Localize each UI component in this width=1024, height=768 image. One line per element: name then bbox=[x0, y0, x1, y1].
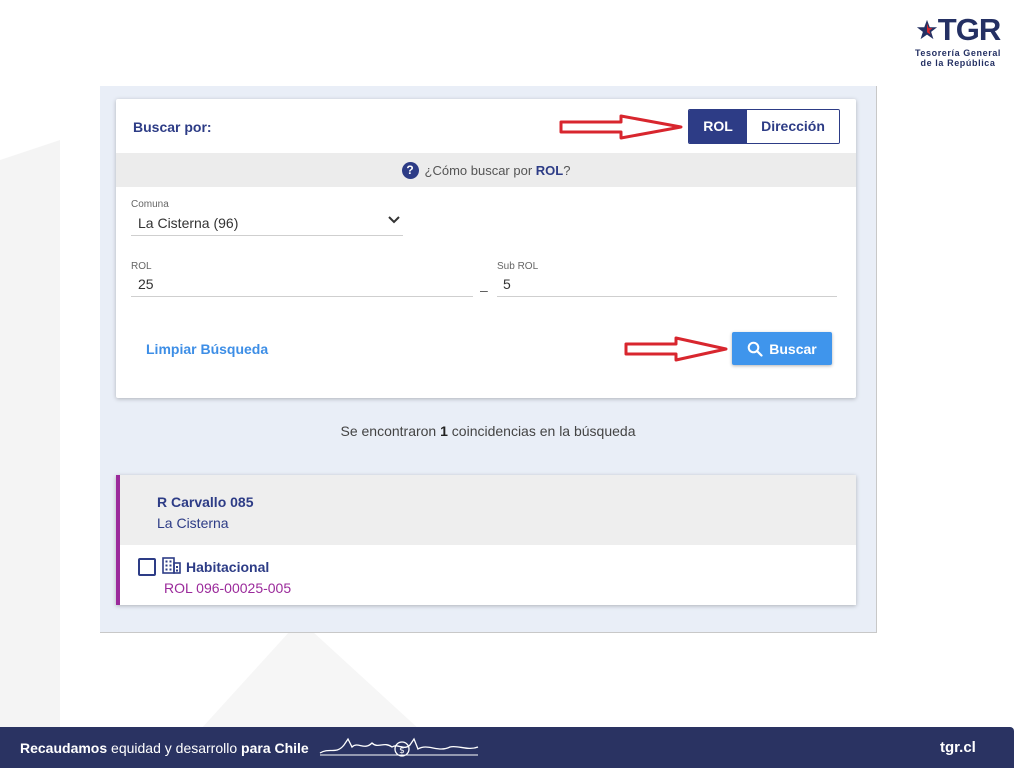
arrow-annotation-search bbox=[624, 336, 728, 362]
rol-underline bbox=[131, 296, 473, 297]
help-icon: ? bbox=[401, 161, 419, 179]
slogan-light: equidad y desarrollo bbox=[111, 740, 238, 756]
comuna-select[interactable]: La Cisterna (96) bbox=[138, 215, 238, 231]
comuna-underline bbox=[131, 235, 403, 236]
search-panel: Buscar por: ROL Dirección ? ¿Cómo buscar… bbox=[100, 86, 877, 633]
comuna-label: Comuna bbox=[131, 199, 169, 210]
mode-rol-button[interactable]: ROL bbox=[689, 110, 747, 143]
rol-label: ROL bbox=[131, 261, 152, 272]
slogan-bold-1: Recaudamos bbox=[20, 740, 108, 756]
footer-url[interactable]: tgr.cl bbox=[940, 739, 976, 756]
result-checkbox[interactable] bbox=[138, 558, 156, 576]
search-icon bbox=[747, 341, 763, 357]
result-header bbox=[120, 475, 856, 545]
logo-line1: Tesorería General bbox=[914, 48, 1002, 58]
logo-name: TGR bbox=[937, 12, 1001, 47]
result-type: Habitacional bbox=[186, 559, 270, 575]
star-icon bbox=[916, 19, 937, 40]
chile-landscape-illustration: $ bbox=[319, 737, 479, 757]
footer-slogan: Recaudamos equidad y desarrollo para Chi… bbox=[20, 740, 309, 756]
slogan-bold-2: para Chile bbox=[241, 740, 309, 756]
results-count: 1 bbox=[440, 423, 448, 439]
help-suffix: ? bbox=[563, 162, 571, 178]
arrow-annotation-toggle bbox=[559, 114, 683, 140]
result-item: R Carvallo 085 La Cisterna Habitacional … bbox=[116, 475, 856, 605]
mode-direccion-button[interactable]: Dirección bbox=[747, 110, 839, 143]
search-by-label: Buscar por: bbox=[133, 119, 212, 135]
results-summary: Se encontraron 1 coincidencias en la bús… bbox=[100, 423, 876, 439]
rol-input[interactable]: 25 bbox=[138, 276, 154, 292]
search-button[interactable]: Buscar bbox=[732, 332, 832, 365]
building-icon bbox=[162, 557, 181, 574]
subrol-underline bbox=[497, 296, 837, 297]
footer-bar: Recaudamos equidad y desarrollo para Chi… bbox=[0, 727, 1014, 768]
result-address: R Carvallo 085 bbox=[157, 494, 254, 510]
search-button-label: Buscar bbox=[769, 340, 817, 357]
search-card: Buscar por: ROL Dirección ? ¿Cómo buscar… bbox=[116, 99, 856, 398]
results-suffix: coincidencias en la búsqueda bbox=[451, 423, 636, 439]
clear-search-link[interactable]: Limpiar Búsqueda bbox=[146, 341, 268, 357]
help-bar[interactable]: ? ¿Cómo buscar por ROL? bbox=[116, 153, 856, 187]
help-bold: ROL bbox=[535, 162, 564, 178]
subrol-label: Sub ROL bbox=[497, 261, 539, 272]
subrol-input[interactable]: 5 bbox=[503, 276, 511, 292]
search-mode-toggle: ROL Dirección bbox=[688, 109, 840, 144]
help-prefix: ¿Cómo buscar por bbox=[424, 162, 533, 178]
rol-separator: – bbox=[480, 282, 488, 298]
svg-text:$: $ bbox=[399, 746, 405, 756]
result-comuna: La Cisterna bbox=[157, 515, 229, 531]
logo-line2: de la República bbox=[920, 58, 996, 68]
result-rol: ROL 096-00025-005 bbox=[164, 580, 292, 596]
tgr-logo: TGR Tesorería General de la República bbox=[908, 12, 1008, 74]
results-prefix: Se encontraron bbox=[340, 423, 437, 439]
chevron-down-icon[interactable] bbox=[387, 215, 401, 225]
